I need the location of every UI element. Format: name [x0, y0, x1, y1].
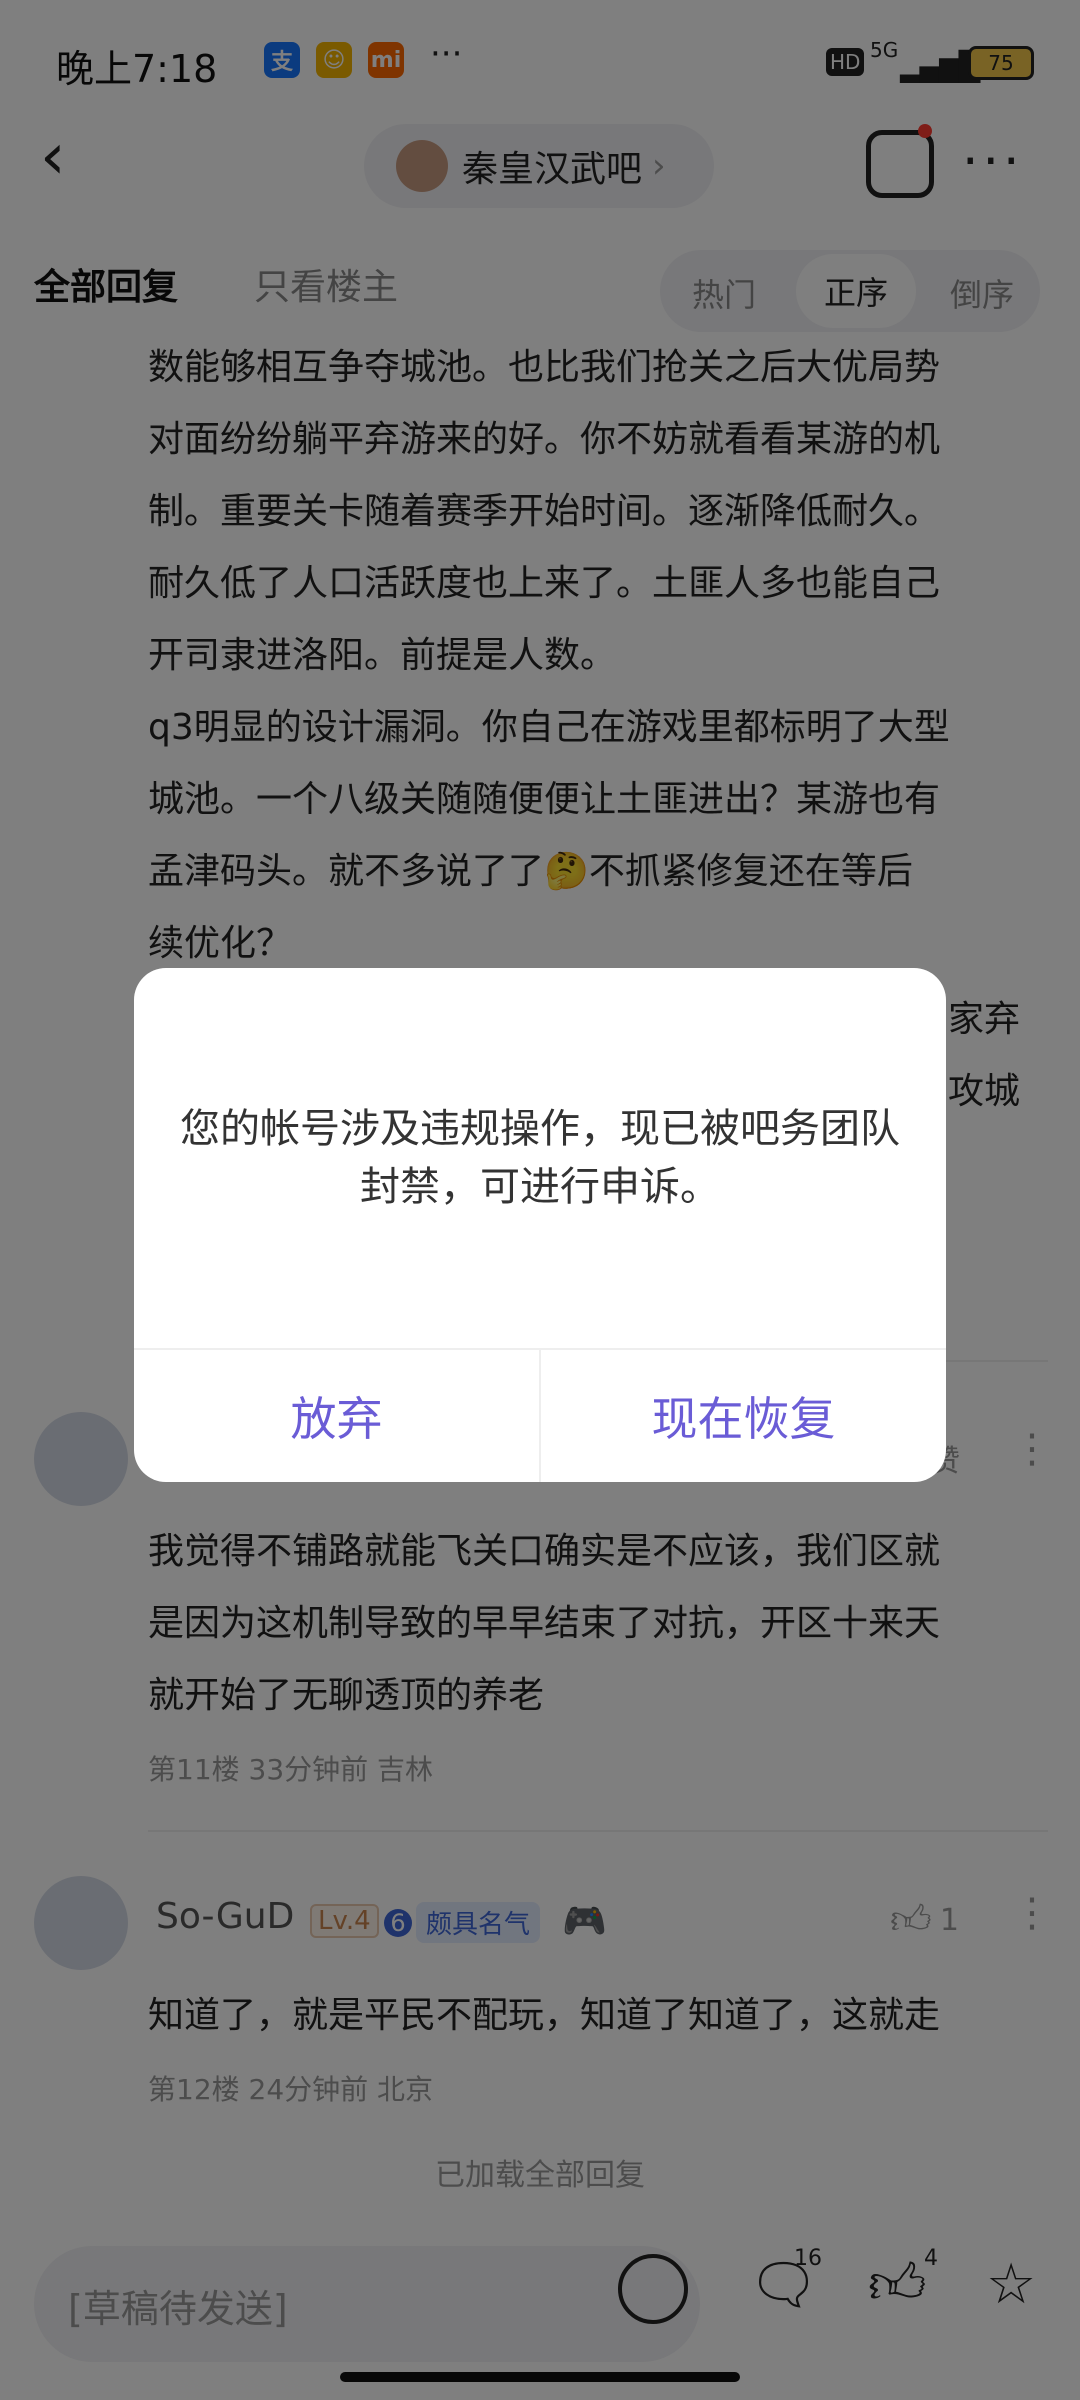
- dialog-message: 您的帐号涉及违规操作，现已被吧务团队封禁，可进行申诉。: [180, 1106, 900, 1210]
- cancel-button[interactable]: 放弃: [134, 1350, 539, 1482]
- ban-dialog: 您的帐号涉及违规操作，现已被吧务团队封禁，可进行申诉。 放弃 现在恢复: [134, 968, 946, 1482]
- restore-now-button[interactable]: 现在恢复: [541, 1350, 946, 1482]
